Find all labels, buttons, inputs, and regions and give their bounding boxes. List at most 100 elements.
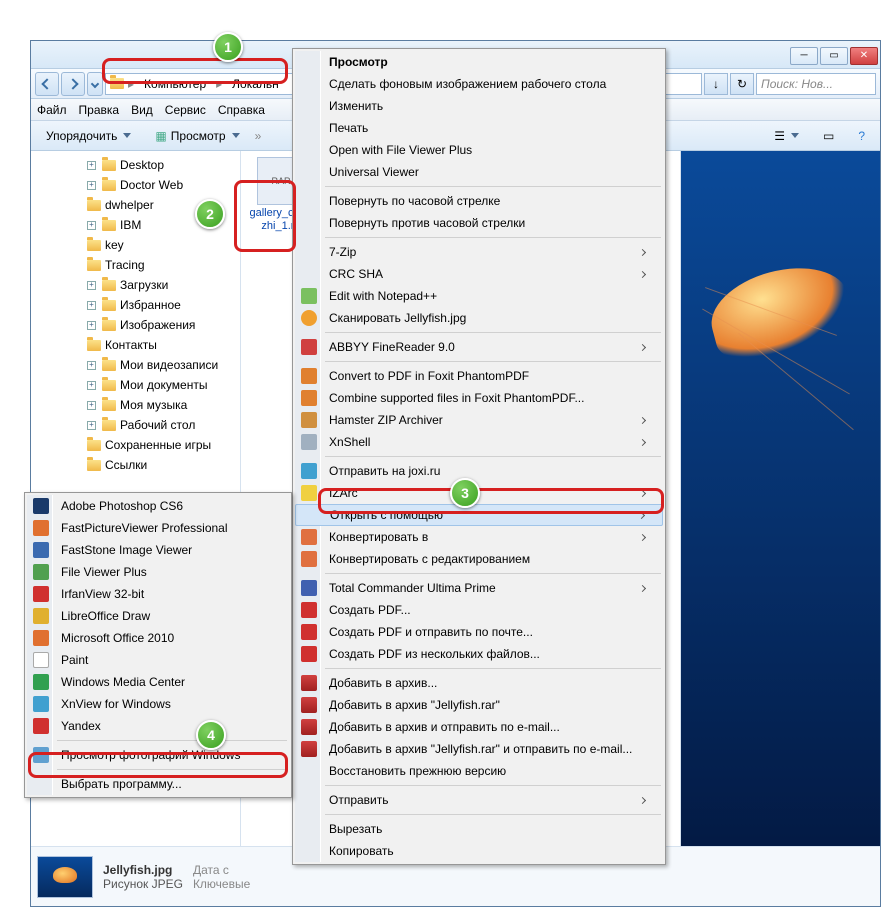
ctx-create-pdf-mail[interactable]: Создать PDF и отправить по почте... <box>295 621 663 643</box>
menu-edit[interactable]: Правка <box>79 103 120 117</box>
search-input[interactable]: Поиск: Нов... <box>756 73 876 95</box>
ow-photoshop[interactable]: Adobe Photoshop CS6 <box>27 495 289 517</box>
ctx-rotate-cw[interactable]: Повернуть по часовой стрелке <box>295 190 663 212</box>
menu-help[interactable]: Справка <box>218 103 265 117</box>
ctx-cut[interactable]: Вырезать <box>295 818 663 840</box>
ow-msoffice[interactable]: Microsoft Office 2010 <box>27 627 289 649</box>
details-tags-label: Ключевые <box>193 877 250 891</box>
chevron-right-icon: ▸ <box>128 77 134 91</box>
ctx-joxi[interactable]: Отправить на joxi.ru <box>295 460 663 482</box>
ow-windows-photo-viewer[interactable]: Просмотр фотографий Windows <box>27 744 289 766</box>
ctx-hamster[interactable]: Hamster ZIP Archiver <box>295 409 663 431</box>
ow-paint[interactable]: Paint <box>27 649 289 671</box>
ctx-edit[interactable]: Изменить <box>295 95 663 117</box>
ctx-copy[interactable]: Копировать <box>295 840 663 862</box>
tree-item: Контакты <box>31 335 240 355</box>
menu-file[interactable]: Файл <box>37 103 67 117</box>
tree-item: +Мои документы <box>31 375 240 395</box>
ctx-create-pdf-multi[interactable]: Создать PDF из нескольких файлов... <box>295 643 663 665</box>
ctx-send-to[interactable]: Отправить <box>295 789 663 811</box>
ctx-restore[interactable]: Восстановить прежнюю версию <box>295 760 663 782</box>
tree-item: Ссылки <box>31 455 240 475</box>
back-button[interactable] <box>35 72 59 96</box>
ctx-universalviewer[interactable]: Universal Viewer <box>295 161 663 183</box>
ctx-totalcmd[interactable]: Total Commander Ultima Prime <box>295 577 663 599</box>
crumb-drive[interactable]: Локальн <box>226 77 285 91</box>
details-filename: Jellyfish.jpg <box>103 863 183 877</box>
ctx-rotate-ccw[interactable]: Повернуть против часовой стрелки <box>295 212 663 234</box>
ow-irfanview[interactable]: IrfanView 32-bit <box>27 583 289 605</box>
tree-item: +Загрузки <box>31 275 240 295</box>
menu-view[interactable]: Вид <box>131 103 153 117</box>
badge-1: 1 <box>213 32 243 62</box>
chevron-down-icon <box>123 133 131 138</box>
openwith-submenu[interactable]: Adobe Photoshop CS6 FastPictureViewer Pr… <box>24 492 292 798</box>
ctx-foxit-combine[interactable]: Combine supported files in Foxit Phantom… <box>295 387 663 409</box>
preview-button[interactable]: ▦Просмотр <box>146 125 248 147</box>
ctx-scan[interactable]: Сканировать Jellyfish.jpg <box>295 307 663 329</box>
tree-item: Сохраненные игры <box>31 435 240 455</box>
ow-yandex[interactable]: Yandex <box>27 715 289 737</box>
ow-libreoffice[interactable]: LibreOffice Draw <box>27 605 289 627</box>
ctx-set-wallpaper[interactable]: Сделать фоновым изображением рабочего ст… <box>295 73 663 95</box>
ow-wmc[interactable]: Windows Media Center <box>27 671 289 693</box>
ctx-create-pdf[interactable]: Создать PDF... <box>295 599 663 621</box>
forward-button[interactable] <box>61 72 85 96</box>
ctx-foxit-convert[interactable]: Convert to PDF in Foxit PhantomPDF <box>295 365 663 387</box>
details-filetype: Рисунок JPEG <box>103 877 183 891</box>
preview-pane-button[interactable]: ▭ <box>814 125 843 147</box>
ow-faststone[interactable]: FastStone Image Viewer <box>27 539 289 561</box>
ow-choose-program[interactable]: Выбрать программу... <box>27 773 289 795</box>
tree-item: +Избранное <box>31 295 240 315</box>
ctx-preview[interactable]: Просмотр <box>295 51 663 73</box>
tree-item: +Doctor Web <box>31 175 240 195</box>
search-placeholder: Поиск: Нов... <box>761 77 833 91</box>
preview-label: Просмотр <box>171 129 226 143</box>
organize-button[interactable]: Упорядочить <box>37 125 140 147</box>
preview-image <box>702 254 858 368</box>
tree-item: Tracing <box>31 255 240 275</box>
ctx-print[interactable]: Печать <box>295 117 663 139</box>
menu-tools[interactable]: Сервис <box>165 103 206 117</box>
refresh-button[interactable]: ↓ <box>704 73 728 95</box>
close-button[interactable]: ✕ <box>850 47 878 65</box>
tree-item: key <box>31 235 240 255</box>
ctx-open-with[interactable]: Открыть с помощью <box>295 504 663 526</box>
ow-fastpicture[interactable]: FastPictureViewer Professional <box>27 517 289 539</box>
minimize-button[interactable]: ─ <box>790 47 818 65</box>
ctx-add-rar-mail[interactable]: Добавить в архив "Jellyfish.rar" и отпра… <box>295 738 663 760</box>
preview-pane <box>680 151 880 846</box>
details-date-label: Дата с <box>193 863 250 877</box>
ctx-notepadpp[interactable]: Edit with Notepad++ <box>295 285 663 307</box>
history-dropdown[interactable] <box>87 72 103 96</box>
details-thumbnail <box>37 856 93 898</box>
ctx-7zip[interactable]: 7-Zip <box>295 241 663 263</box>
ow-fileviewer[interactable]: File Viewer Plus <box>27 561 289 583</box>
tree-item: +Моя музыка <box>31 395 240 415</box>
tree-item: +Изображения <box>31 315 240 335</box>
view-mode-button[interactable]: ☰ <box>765 125 808 147</box>
ctx-convert-to[interactable]: Конвертировать в <box>295 526 663 548</box>
ctx-abbyy[interactable]: ABBYY FineReader 9.0 <box>295 336 663 358</box>
ctx-add-rar[interactable]: Добавить в архив "Jellyfish.rar" <box>295 694 663 716</box>
crumb-computer[interactable]: Компьютер <box>138 77 212 91</box>
ctx-add-archive[interactable]: Добавить в архив... <box>295 672 663 694</box>
ctx-crc[interactable]: CRC SHA <box>295 263 663 285</box>
chevron-down-icon <box>232 133 240 138</box>
badge-3: 3 <box>450 478 480 508</box>
ctx-xnshell[interactable]: XnShell <box>295 431 663 453</box>
context-menu[interactable]: Просмотр Сделать фоновым изображением ра… <box>292 48 666 865</box>
folder-icon <box>110 78 124 89</box>
ctx-convert-edit[interactable]: Конвертировать с редактированием <box>295 548 663 570</box>
tree-item: +Desktop <box>31 155 240 175</box>
ctx-add-archive-mail[interactable]: Добавить в архив и отправить по e-mail..… <box>295 716 663 738</box>
chevron-right-icon: ▸ <box>216 77 222 91</box>
help-button[interactable]: ? <box>849 125 874 147</box>
tree-item: +Рабочий стол <box>31 415 240 435</box>
ow-xnview[interactable]: XnView for Windows <box>27 693 289 715</box>
ctx-fileviewer[interactable]: Open with File Viewer Plus <box>295 139 663 161</box>
tree-item: +Мои видеозаписи <box>31 355 240 375</box>
maximize-button[interactable]: ▭ <box>820 47 848 65</box>
badge-2: 2 <box>195 199 225 229</box>
refresh-button-2[interactable]: ↻ <box>730 73 754 95</box>
